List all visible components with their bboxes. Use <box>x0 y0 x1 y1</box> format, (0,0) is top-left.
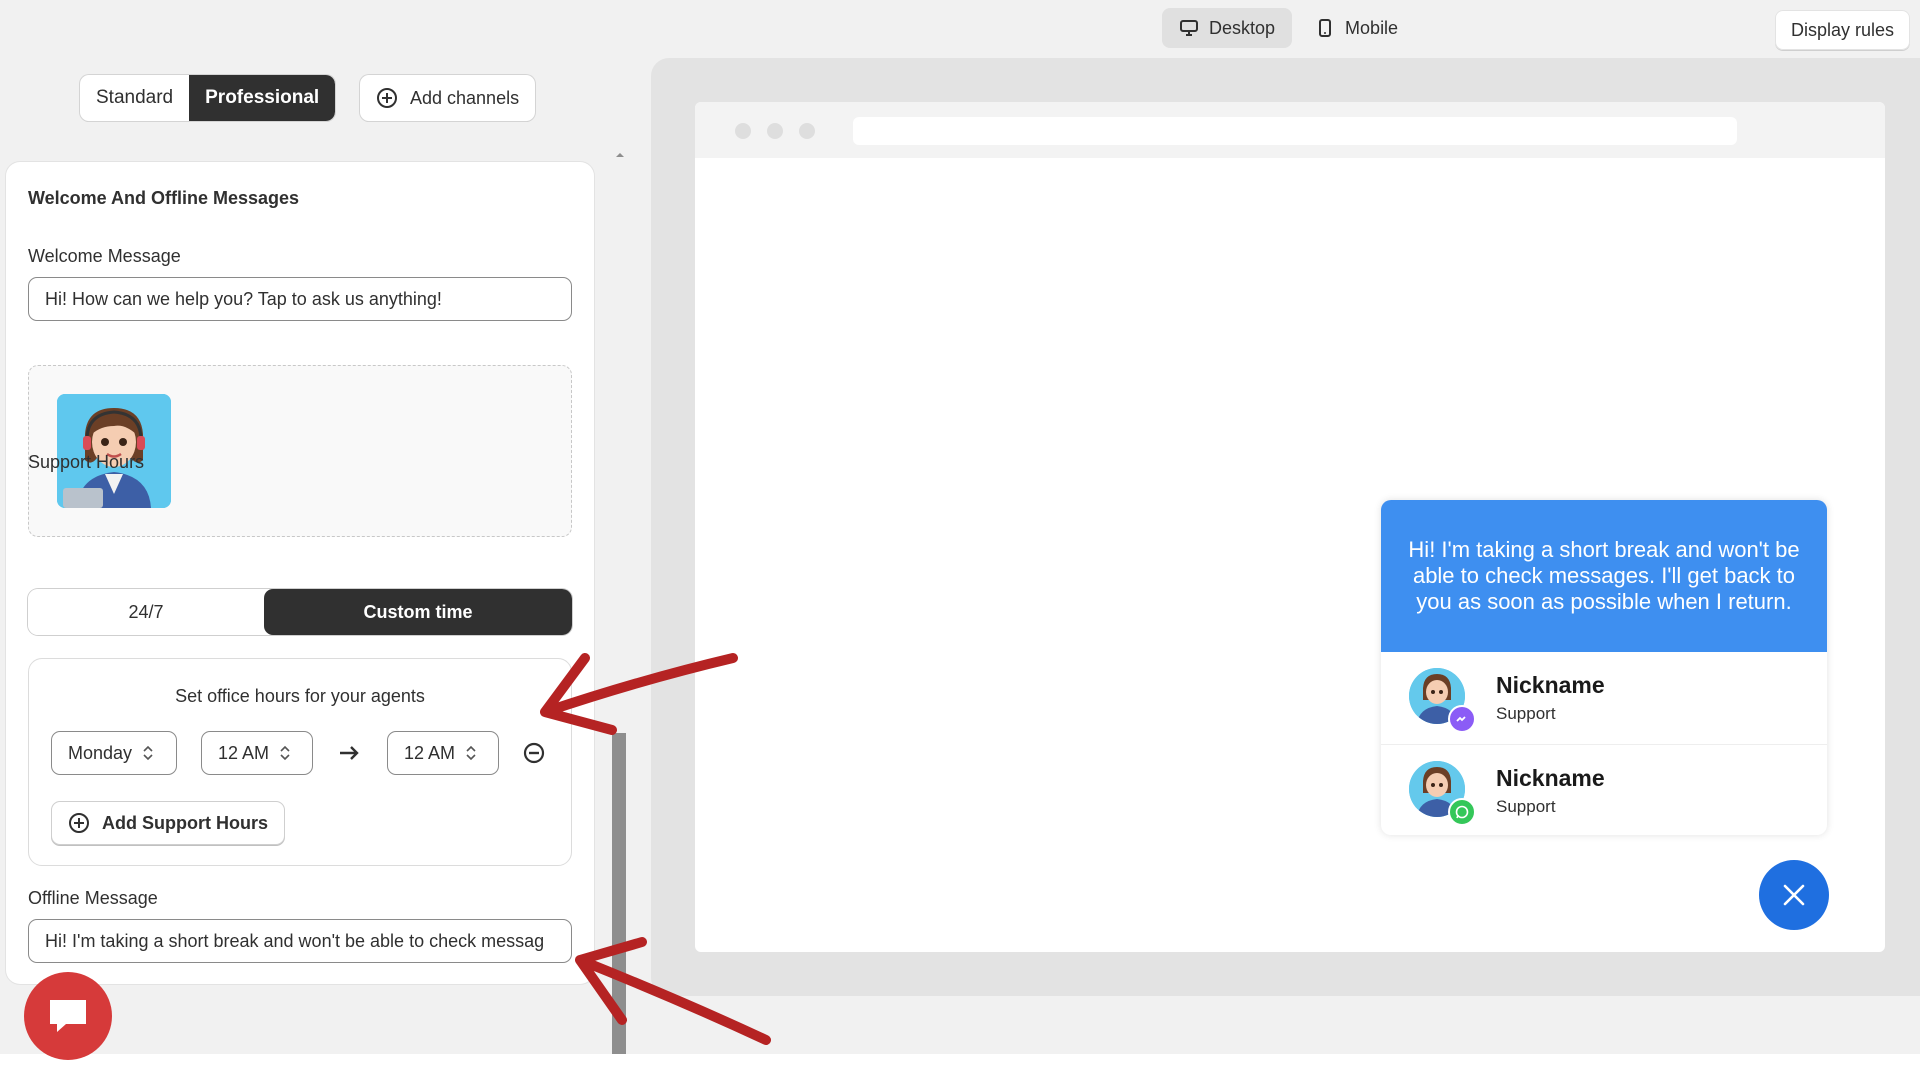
desktop-icon <box>1180 20 1198 36</box>
professional-plan-tab[interactable]: Professional <box>189 75 336 121</box>
agent-avatar-image[interactable] <box>57 394 171 508</box>
support-hours-toggle: 24/7 Custom time <box>28 589 572 635</box>
desktop-view-label: Desktop <box>1209 17 1276 38</box>
agent-row[interactable]: Nickname Support <box>1381 652 1827 745</box>
display-rules-button[interactable]: Display rules <box>1774 10 1910 50</box>
plus-circle-icon <box>377 88 397 108</box>
standard-plan-tab[interactable]: Standard <box>80 75 189 121</box>
plan-toggle: Standard Professional <box>80 75 336 121</box>
section-title: Welcome And Offline Messages <box>28 188 300 208</box>
end-time-value: 12 AM <box>404 742 456 763</box>
mobile-icon <box>1319 19 1332 37</box>
close-icon <box>1783 884 1805 906</box>
offline-message-input[interactable]: Hi! I'm taking a short break and won't b… <box>28 919 572 963</box>
avatar-upload-area[interactable] <box>28 365 572 537</box>
chat-bubble-icon <box>50 1000 86 1032</box>
agent-row[interactable]: Nickname Support <box>1381 745 1827 835</box>
offline-message-label: Offline Message <box>28 888 158 908</box>
welcome-message-label: Welcome Message <box>28 246 181 266</box>
add-support-hours-button[interactable]: Add Support Hours <box>51 801 285 845</box>
add-channels-label: Add channels <box>410 87 520 108</box>
messenger-icon <box>1448 705 1476 733</box>
app-background: Desktop Mobile Display rules Standard Pr… <box>0 0 1920 1054</box>
mobile-view-label: Mobile <box>1345 17 1399 38</box>
office-hours-box: Set office hours for your agents Monday … <box>28 658 572 866</box>
arrow-right-icon <box>340 746 359 760</box>
up-down-chevron-icon <box>143 745 153 761</box>
day-select[interactable]: Monday <box>51 731 177 775</box>
chat-widget-preview: Hi! I'm taking a short break and won't b… <box>1381 500 1827 835</box>
add-channels-button[interactable]: Add channels <box>360 75 536 121</box>
office-hours-caption: Set office hours for your agents <box>175 686 425 706</box>
hours-custom-time-option[interactable]: Custom time <box>264 589 572 635</box>
desktop-view-button[interactable]: Desktop <box>1162 8 1293 48</box>
view-toggle: Desktop Mobile <box>1162 8 1415 48</box>
agent-name: Nickname <box>1496 765 1605 791</box>
add-support-hours-label: Add Support Hours <box>102 812 268 833</box>
whatsapp-icon <box>1448 798 1476 826</box>
window-dot <box>767 123 783 139</box>
plus-circle-icon <box>69 813 89 833</box>
whatsapp-glyph-icon <box>1455 805 1469 819</box>
agent-avatar-illustration <box>57 394 171 508</box>
welcome-offline-card: Welcome And Offline Messages Welcome Mes… <box>6 162 594 984</box>
browser-toolbar <box>695 102 1885 158</box>
day-select-value: Monday <box>68 742 133 763</box>
start-time-value: 12 AM <box>218 742 270 763</box>
url-bar <box>853 117 1737 145</box>
window-dot <box>799 123 815 139</box>
messenger-glyph-icon <box>1456 716 1466 722</box>
welcome-message-input[interactable]: Hi! How can we help you? Tap to ask us a… <box>28 277 572 321</box>
mobile-view-button[interactable]: Mobile <box>1298 8 1415 48</box>
widget-close-button[interactable] <box>1759 860 1829 930</box>
remove-circle-icon[interactable] <box>522 741 546 765</box>
up-down-chevron-icon <box>280 745 290 761</box>
up-down-chevron-icon <box>466 745 476 761</box>
support-hours-label: Support Hours <box>28 452 145 472</box>
widget-offline-message: Hi! I'm taking a short break and won't b… <box>1381 500 1827 652</box>
scroll-up-arrow-icon[interactable] <box>614 150 626 160</box>
hours-24-7-option[interactable]: 24/7 <box>28 589 264 635</box>
window-dot <box>735 123 751 139</box>
start-time-select[interactable]: 12 AM <box>201 731 313 775</box>
agent-role: Support <box>1496 704 1556 723</box>
chat-launcher-button[interactable] <box>24 972 112 1060</box>
scrollbar-thumb[interactable] <box>612 733 626 1054</box>
agent-name: Nickname <box>1496 672 1605 698</box>
end-time-select[interactable]: 12 AM <box>387 731 499 775</box>
agent-role: Support <box>1496 797 1556 816</box>
